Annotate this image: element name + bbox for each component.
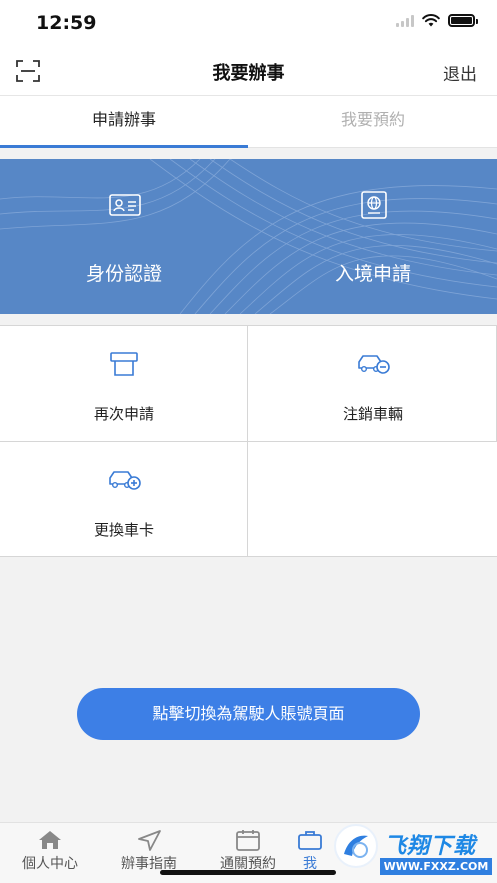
briefcase-icon	[298, 831, 322, 850]
bottom-tab-label: 個人中心	[22, 856, 78, 872]
grid-item-label: 再次申請	[93, 405, 154, 423]
grid-item-label: 更換車卡	[93, 521, 154, 539]
status-bar: 12:59	[0, 0, 497, 46]
grid-divider	[0, 441, 497, 442]
page-title: 我要辦事	[212, 63, 285, 84]
feature-banner: 身份認證 入境申請	[0, 159, 497, 314]
switch-to-driver-button[interactable]: 點擊切換為駕駛人賬號頁面	[77, 688, 420, 740]
banner-item-entry[interactable]: 入境申請	[249, 159, 497, 314]
grid-item-replace-card[interactable]: 更換車卡	[0, 442, 248, 557]
segment-tabs: 申請辦事 我要預約	[0, 96, 497, 148]
bottom-tab-guide[interactable]: 辦事指南	[99, 829, 199, 873]
navigation-bar: 我要辦事 退出	[0, 46, 497, 96]
wifi-icon	[422, 14, 440, 27]
watermark-url: WWW.FXXZ.COM	[380, 858, 492, 875]
grid-item-cancel-vehicle[interactable]: 注銷車輛	[249, 326, 497, 441]
watermark: 飞翔下载 WWW.FXXZ.COM	[330, 822, 497, 883]
bottom-tab-services[interactable]: 我	[285, 829, 335, 873]
status-icons	[396, 14, 478, 27]
calendar-icon	[236, 830, 260, 851]
banner-item-label: 入境申請	[334, 263, 411, 285]
banner-item-identity[interactable]: 身份認證	[0, 159, 248, 314]
passport-icon	[361, 191, 387, 219]
car-add-icon	[109, 471, 141, 490]
battery-icon	[448, 14, 478, 27]
watermark-logo	[334, 824, 378, 868]
logout-button[interactable]: 退出	[443, 60, 477, 85]
grid-item-reapply[interactable]: 再次申請	[0, 326, 248, 441]
bottom-tab-profile[interactable]: 個人中心	[0, 829, 100, 873]
service-grid: 再次申請 注銷車輛 更換車卡	[0, 325, 497, 557]
id-card-icon	[109, 194, 141, 216]
home-icon	[39, 831, 61, 849]
car-remove-icon	[358, 355, 390, 374]
watermark-title: 飞翔下载	[384, 834, 477, 859]
bottom-tab-booking[interactable]: 通關預約	[198, 829, 298, 873]
printer-icon	[110, 352, 138, 376]
home-indicator	[160, 870, 336, 875]
grid-item-label: 注銷車輛	[342, 405, 403, 423]
tab-apply[interactable]: 申請辦事	[0, 96, 248, 148]
status-time: 12:59	[36, 12, 97, 34]
tab-appointment[interactable]: 我要預約	[249, 96, 497, 148]
tab-indicator	[0, 145, 248, 148]
signal-icon	[396, 14, 414, 27]
navigation-icon	[138, 830, 161, 851]
banner-item-label: 身份認證	[85, 263, 162, 285]
